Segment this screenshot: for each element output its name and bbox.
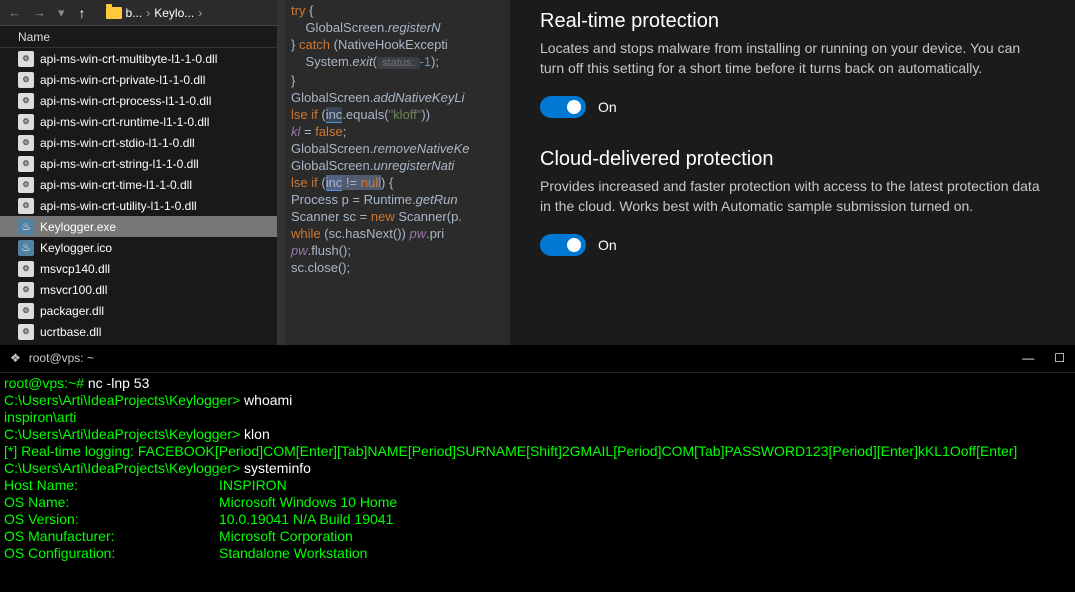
file-item[interactable]: ⚙ api-ms-win-crt-stdio-l1-1-0.dll	[0, 132, 277, 153]
section-description: Locates and stops malware from installin…	[540, 39, 1040, 78]
terminal-line: C:\Users\Arti\IdeaProjects\Keylogger> sy…	[4, 460, 1071, 477]
file-name: msvcp140.dll	[40, 262, 110, 276]
chevron-right-icon: ›	[198, 6, 202, 20]
sysinfo-label: Host Name:	[4, 477, 219, 494]
explorer-toolbar: ← → ▾ ↑ b... › Keylo... ›	[0, 0, 277, 26]
dll-icon: ⚙	[18, 303, 34, 319]
file-item[interactable]: ⚙ api-ms-win-crt-time-l1-1-0.dll	[0, 174, 277, 195]
file-name: api-ms-win-crt-string-l1-1-0.dll	[40, 157, 199, 171]
terminal-line: C:\Users\Arti\IdeaProjects\Keylogger> kl…	[4, 426, 1071, 443]
code-content: try { GlobalScreen.registerN } catch (Na…	[277, 0, 510, 276]
dll-icon: ⚙	[18, 135, 34, 151]
sysinfo-label: OS Manufacturer:	[4, 528, 219, 545]
terminal-output[interactable]: root@vps:~# nc -lnp 53C:\Users\Arti\Idea…	[0, 373, 1075, 564]
minimize-button[interactable]: —	[1022, 350, 1034, 367]
sysinfo-value: 10.0.19041 N/A Build 19041	[219, 511, 393, 528]
sysinfo-label: OS Name:	[4, 494, 219, 511]
sysinfo-value: INSPIRON	[219, 477, 287, 494]
terminal-titlebar: ❖ root@vps: ~ — ☐	[0, 345, 1075, 373]
file-item[interactable]: ⚙ msvcp140.dll	[0, 258, 277, 279]
terminal-line: root@vps:~# nc -lnp 53	[4, 375, 1071, 392]
file-name: Keylogger.exe	[40, 220, 116, 234]
dll-icon: ⚙	[18, 177, 34, 193]
file-item[interactable]: ⚙ api-ms-win-crt-string-l1-1-0.dll	[0, 153, 277, 174]
toggle-state-label: On	[598, 99, 617, 115]
folder-icon	[106, 7, 122, 19]
terminal-window: ❖ root@vps: ~ — ☐ root@vps:~# nc -lnp 53…	[0, 345, 1075, 592]
file-name: packager.dll	[40, 304, 104, 318]
dll-icon: ⚙	[18, 93, 34, 109]
terminal-line: [*] Real-time logging: FACEBOOK[Period]C…	[4, 443, 1071, 460]
realtime-protection-section: Real-time protection Locates and stops m…	[540, 10, 1045, 118]
dll-icon: ⚙	[18, 114, 34, 130]
sysinfo-value: Microsoft Corporation	[219, 528, 353, 545]
sysinfo-label: OS Configuration:	[4, 545, 219, 562]
file-name: api-ms-win-crt-time-l1-1-0.dll	[40, 178, 192, 192]
section-description: Provides increased and faster protection…	[540, 177, 1040, 216]
maximize-button[interactable]: ☐	[1054, 350, 1065, 367]
file-item[interactable]: ⚙ api-ms-win-crt-runtime-l1-1-0.dll	[0, 111, 277, 132]
sysinfo-label: OS Version:	[4, 511, 219, 528]
section-title: Real-time protection	[540, 10, 1045, 33]
file-name: api-ms-win-crt-private-l1-1-0.dll	[40, 73, 205, 87]
file-name: api-ms-win-crt-runtime-l1-1-0.dll	[40, 115, 209, 129]
java-icon: ♨	[18, 219, 34, 235]
nav-forward-icon[interactable]: →	[29, 5, 50, 20]
chevron-right-icon: ›	[146, 6, 150, 20]
sysinfo-row: OS Version:10.0.19041 N/A Build 19041	[4, 511, 1071, 528]
file-item[interactable]: ⚙ msvcr100.dll	[0, 279, 277, 300]
column-header-name[interactable]: Name	[0, 26, 277, 48]
file-item[interactable]: ⚙ packager.dll	[0, 300, 277, 321]
dll-icon: ⚙	[18, 198, 34, 214]
dll-icon: ⚙	[18, 72, 34, 88]
terminal-line: C:\Users\Arti\IdeaProjects\Keylogger> wh…	[4, 392, 1071, 409]
file-list: ⚙ api-ms-win-crt-multibyte-l1-1-0.dll ⚙ api…	[0, 48, 277, 363]
file-name: Keylogger.ico	[40, 241, 112, 255]
breadcrumb-item[interactable]: b...	[126, 6, 143, 20]
file-item[interactable]: ♨ Keylogger.ico	[0, 237, 277, 258]
windows-security-panel: Real-time protection Locates and stops m…	[510, 0, 1075, 345]
file-item[interactable]: ⚙ api-ms-win-crt-multibyte-l1-1-0.dll	[0, 48, 277, 69]
java-icon: ♨	[18, 240, 34, 256]
dll-icon: ⚙	[18, 261, 34, 277]
code-gutter	[277, 0, 285, 345]
toggle-state-label: On	[598, 237, 617, 253]
dll-icon: ⚙	[18, 156, 34, 172]
file-item[interactable]: ⚙ ucrtbase.dll	[0, 321, 277, 342]
section-title: Cloud-delivered protection	[540, 148, 1045, 171]
sysinfo-row: OS Configuration:Standalone Workstation	[4, 545, 1071, 562]
breadcrumb-item[interactable]: Keylo...	[154, 6, 194, 20]
file-name: ucrtbase.dll	[40, 325, 101, 339]
code-editor[interactable]: try { GlobalScreen.registerN } catch (Na…	[277, 0, 510, 345]
sysinfo-row: OS Manufacturer:Microsoft Corporation	[4, 528, 1071, 545]
dll-icon: ⚙	[18, 282, 34, 298]
file-explorer: ← → ▾ ↑ b... › Keylo... › Name ⚙ api-ms-w…	[0, 0, 277, 345]
cloud-protection-toggle[interactable]	[540, 234, 586, 256]
dll-icon: ⚙	[18, 51, 34, 67]
nav-up-icon[interactable]: ↑	[73, 5, 92, 21]
dll-icon: ⚙	[18, 324, 34, 340]
nav-back-icon[interactable]: ←	[4, 5, 25, 20]
terminal-title: root@vps: ~	[29, 350, 94, 367]
sysinfo-value: Microsoft Windows 10 Home	[219, 494, 397, 511]
terminal-icon: ❖	[10, 350, 21, 367]
file-item[interactable]: ⚙ api-ms-win-crt-process-l1-1-0.dll	[0, 90, 277, 111]
nav-recent-icon[interactable]: ▾	[54, 5, 69, 21]
file-name: api-ms-win-crt-stdio-l1-1-0.dll	[40, 136, 195, 150]
sysinfo-value: Standalone Workstation	[219, 545, 367, 562]
cloud-protection-section: Cloud-delivered protection Provides incr…	[540, 148, 1045, 256]
sysinfo-row: Host Name:INSPIRON	[4, 477, 1071, 494]
file-name: api-ms-win-crt-multibyte-l1-1-0.dll	[40, 52, 217, 66]
file-item[interactable]: ⚙ api-ms-win-crt-utility-l1-1-0.dll	[0, 195, 277, 216]
file-name: msvcr100.dll	[40, 283, 107, 297]
file-item[interactable]: ♨ Keylogger.exe	[0, 216, 277, 237]
file-name: api-ms-win-crt-utility-l1-1-0.dll	[40, 199, 197, 213]
file-name: api-ms-win-crt-process-l1-1-0.dll	[40, 94, 211, 108]
file-item[interactable]: ⚙ api-ms-win-crt-private-l1-1-0.dll	[0, 69, 277, 90]
realtime-protection-toggle[interactable]	[540, 96, 586, 118]
terminal-line: inspiron\arti	[4, 409, 1071, 426]
sysinfo-row: OS Name:Microsoft Windows 10 Home	[4, 494, 1071, 511]
